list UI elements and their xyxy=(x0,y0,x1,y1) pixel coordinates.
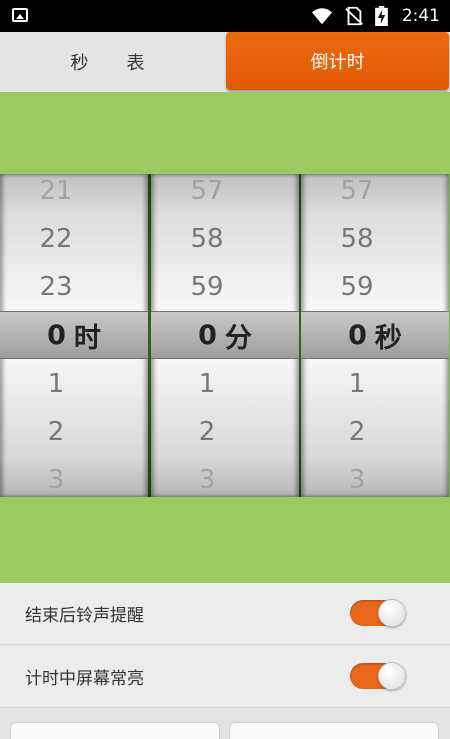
picker-value[interactable]: 2 xyxy=(151,408,299,456)
picker-value[interactable]: 59 xyxy=(301,263,449,311)
picker-value[interactable]: 23 xyxy=(0,263,148,311)
minutes-selected-value: 0 xyxy=(198,319,217,351)
picker-value[interactable]: 1 xyxy=(301,360,449,408)
picker-value[interactable]: 1 xyxy=(0,360,148,408)
no-sim-icon xyxy=(344,6,363,26)
picker-value[interactable]: 22 xyxy=(0,215,148,263)
hours-picker[interactable]: 21 22 23 0 时 1 2 3 xyxy=(0,174,148,497)
picker-value[interactable]: 59 xyxy=(151,263,299,311)
status-time: 2:41 xyxy=(401,6,440,26)
status-bar: 2:41 xyxy=(0,0,450,32)
keep-screen-on-toggle[interactable] xyxy=(350,662,406,690)
picker-value[interactable]: 57 xyxy=(151,174,299,215)
setting-keep-screen-on: 计时中屏幕常亮 xyxy=(0,646,450,708)
setting-label: 结束后铃声提醒 xyxy=(25,606,144,626)
picker-value[interactable]: 3 xyxy=(301,456,449,497)
tab-countdown[interactable]: 倒计时 xyxy=(226,32,449,90)
hours-selected[interactable]: 0 时 xyxy=(0,311,148,359)
status-icons: 2:41 xyxy=(311,0,440,32)
picker-value[interactable]: 58 xyxy=(301,215,449,263)
picker-value[interactable]: 1 xyxy=(151,360,299,408)
minutes-picker[interactable]: 57 58 59 0 分 1 2 3 xyxy=(151,174,299,497)
hours-selected-value: 0 xyxy=(47,319,66,351)
ring-reminder-toggle[interactable] xyxy=(350,599,406,627)
picker-value[interactable]: 2 xyxy=(0,408,148,456)
setting-label: 计时中屏幕常亮 xyxy=(25,669,144,689)
image-notification-icon xyxy=(12,8,28,22)
picker-value[interactable]: 3 xyxy=(0,456,148,497)
battery-charging-icon xyxy=(374,6,388,26)
tab-stopwatch[interactable]: 秒 表 xyxy=(0,32,225,92)
wifi-icon xyxy=(311,8,332,25)
seconds-selected-value: 0 xyxy=(348,319,367,351)
toggle-knob xyxy=(378,599,406,627)
setting-ring-when-finished: 结束后铃声提醒 xyxy=(0,583,450,645)
picker-background-bottom xyxy=(0,497,450,583)
seconds-selected[interactable]: 0 秒 xyxy=(301,311,449,359)
picker-value[interactable]: 2 xyxy=(301,408,449,456)
picker-value[interactable]: 58 xyxy=(151,215,299,263)
seconds-picker[interactable]: 57 58 59 0 秒 1 2 3 xyxy=(301,174,449,497)
picker-value[interactable]: 3 xyxy=(151,456,299,497)
picker-value[interactable]: 21 xyxy=(0,174,148,215)
left-action-button[interactable] xyxy=(10,722,220,739)
seconds-unit-label: 秒 xyxy=(374,322,402,354)
right-action-button[interactable] xyxy=(229,722,439,739)
time-picker: 21 22 23 0 时 1 2 3 57 58 59 0 分 1 2 3 57… xyxy=(0,174,450,497)
picker-value[interactable]: 57 xyxy=(301,174,449,215)
picker-background-top xyxy=(0,92,450,174)
hours-unit-label: 时 xyxy=(73,322,101,354)
toggle-knob xyxy=(378,662,406,690)
minutes-selected[interactable]: 0 分 xyxy=(151,311,299,359)
minutes-unit-label: 分 xyxy=(224,322,252,354)
tab-bar: 秒 表 倒计时 xyxy=(0,32,450,92)
